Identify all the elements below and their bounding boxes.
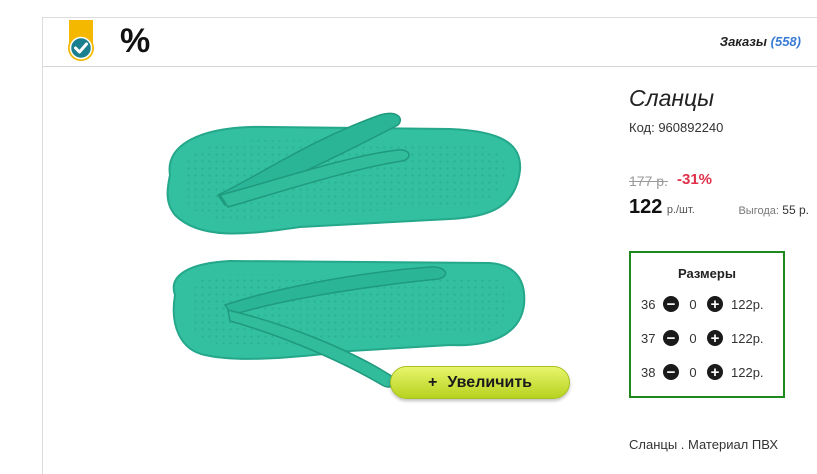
savings-value: 55 р. xyxy=(782,203,809,217)
size-value: 36 xyxy=(641,296,656,312)
savings: Выгода: 55 р. xyxy=(738,203,809,217)
plus-icon: + xyxy=(427,373,438,391)
size-row: 36 − 0 + 122р. xyxy=(641,293,764,315)
orders-link[interactable]: Заказы (558) xyxy=(720,34,801,49)
product-code: Код: 960892240 xyxy=(629,120,724,135)
zoom-button[interactable]: + Увеличить xyxy=(390,366,570,399)
orders-count: (558) xyxy=(770,34,801,49)
zoom-button-label: Увеличить xyxy=(447,373,532,391)
header-bar: % Заказы (558) xyxy=(43,18,817,67)
minus-circle-icon[interactable]: − xyxy=(663,364,679,380)
minus-circle-icon[interactable]: − xyxy=(663,330,679,346)
quantity-value: 0 xyxy=(689,330,697,346)
size-price: 122р. xyxy=(731,364,764,380)
price-row: 122 р./шт. Выгода: 55 р. xyxy=(629,196,809,219)
size-price: 122р. xyxy=(731,296,764,312)
current-price: 122 xyxy=(629,196,663,218)
orders-label: Заказы xyxy=(719,34,768,49)
discount-badge: -31% xyxy=(677,171,713,188)
discounts-link[interactable]: % xyxy=(120,22,150,61)
size-price: 122р. xyxy=(731,330,764,346)
size-row: 38 − 0 + 122р. xyxy=(641,361,764,383)
size-value: 37 xyxy=(641,330,656,346)
price-unit: р./шт. xyxy=(666,204,695,216)
check-badge-icon[interactable] xyxy=(67,20,95,63)
savings-label: Выгода: xyxy=(738,205,779,217)
product-description: Сланцы . Материал ПВХ xyxy=(629,437,778,452)
product-title: Сланцы xyxy=(629,85,715,111)
old-price: 177 р. xyxy=(629,173,668,189)
plus-circle-icon[interactable]: + xyxy=(707,364,723,380)
size-row: 37 − 0 + 122р. xyxy=(641,327,764,349)
flip-flops-image[interactable] xyxy=(150,95,590,405)
plus-circle-icon[interactable]: + xyxy=(707,296,723,312)
quantity-value: 0 xyxy=(689,296,697,312)
quantity-value: 0 xyxy=(689,364,697,380)
size-value: 38 xyxy=(641,364,656,380)
minus-circle-icon[interactable]: − xyxy=(663,296,679,312)
plus-circle-icon[interactable]: + xyxy=(707,330,723,346)
flip-flop-top xyxy=(166,112,522,235)
sizes-title: Размеры xyxy=(678,266,736,281)
sizes-box: Размеры 36 − 0 + 122р. 37 − 0 + 122р. 38… xyxy=(629,251,785,398)
